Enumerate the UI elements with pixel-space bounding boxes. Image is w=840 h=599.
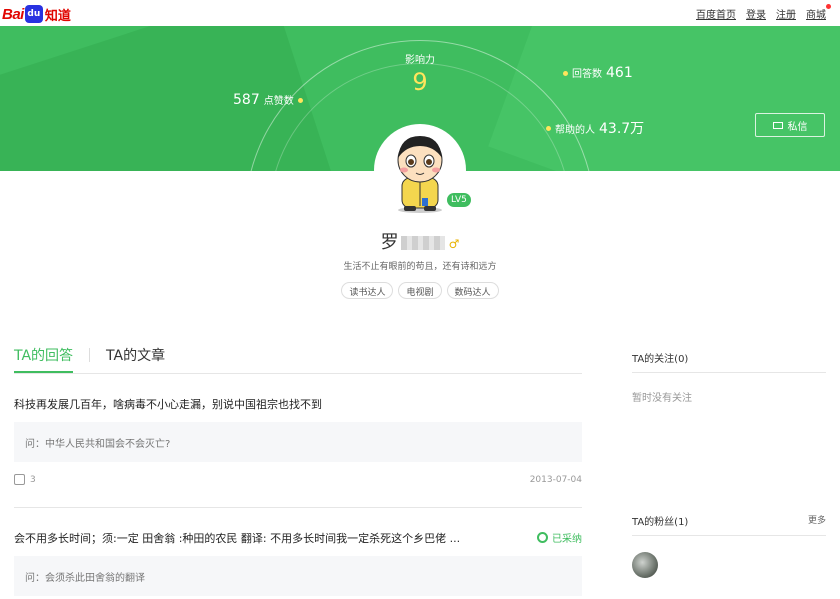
answer-item: 科技再发展几百年，啥病毒不小心走漏，别说中国祖宗也找不到 问：中华人民共和国会不… [14, 396, 582, 485]
tab-answers[interactable]: TA的回答 [14, 345, 74, 373]
user-tags: 读书达人 电视剧 数码达人 [0, 282, 840, 299]
top-bar: Bai du 知道 百度首页 登录 注册 商城 [0, 0, 840, 26]
link-mall[interactable]: 商城 [806, 4, 831, 21]
adopted-label: 已采纳 [552, 534, 582, 545]
helped-value: 43.7万 [599, 121, 645, 137]
answer-divider [14, 507, 582, 508]
male-icon: ♂ [448, 237, 460, 251]
influence-stat: 影响力 9 [380, 51, 460, 96]
answer-item: 会不用多长时间；须:一定 田舍翁 :种田的农民 翻译: 不用多长时间我一定杀死这… [14, 530, 582, 596]
bullet-icon [297, 97, 303, 103]
blurred-name [400, 236, 445, 250]
private-message-button[interactable]: 私信 [755, 113, 825, 137]
fans-header: TA的粉丝(1) 更多 [632, 513, 826, 536]
likes-stat: 587 点赞数 [233, 92, 303, 108]
following-panel: TA的关注(0) 暂时没有关注 [632, 350, 826, 404]
answers-stat: 回答数 461 [563, 65, 633, 81]
fans-title: TA的粉丝(1) [632, 517, 689, 528]
logo-bai-text: Bai [2, 5, 24, 23]
thumbs-up-icon [14, 474, 25, 485]
tab-divider [89, 348, 91, 362]
likes-label: 点赞数 [263, 96, 294, 107]
link-login[interactable]: 登录 [746, 6, 766, 21]
fan-avatar[interactable] [632, 552, 658, 578]
bullet-icon [563, 70, 568, 76]
answer-meta: 3 2013-07-04 [14, 474, 582, 485]
like-button[interactable]: 3 [14, 474, 36, 485]
link-register[interactable]: 注册 [776, 6, 796, 21]
baidu-zhidao-logo[interactable]: Bai du 知道 [2, 4, 71, 24]
answers-value: 461 [606, 65, 633, 81]
likes-value: 587 [233, 92, 260, 108]
content-tabs: TA的回答 TA的文章 [14, 345, 582, 374]
helped-stat: 帮助的人 43.7万 [546, 118, 644, 138]
user-name: 罗 ♂ [0, 228, 840, 254]
following-empty: 暂时没有关注 [632, 393, 692, 404]
answer-title[interactable]: 科技再发展几百年，啥病毒不小心走漏，别说中国祖宗也找不到 [14, 396, 582, 412]
paw-icon: du [24, 5, 43, 23]
answers-label: 回答数 [572, 69, 602, 80]
tab-articles[interactable]: TA的文章 [106, 345, 165, 373]
user-name-text: 罗 [380, 232, 399, 253]
tag-tv[interactable]: 电视剧 [398, 282, 442, 299]
link-mall-label: 商城 [806, 10, 826, 21]
notification-dot-icon [826, 4, 831, 9]
award-icon [537, 532, 548, 543]
answer-question[interactable]: 问：会须杀此田舍翁的翻译 [14, 556, 582, 596]
tag-digital[interactable]: 数码达人 [446, 282, 499, 299]
private-message-label: 私信 [787, 121, 808, 133]
fans-more-link[interactable]: 更多 [808, 513, 826, 535]
adopted-badge: 已采纳 [537, 530, 582, 545]
answer-title[interactable]: 会不用多长时间；须:一定 田舍翁 :种田的农民 翻译: 不用多长时间我一定杀死这… [14, 530, 514, 546]
like-count: 3 [30, 474, 36, 485]
answer-question[interactable]: 问：中华人民共和国会不会灭亡? [14, 422, 582, 462]
user-motto: 生活不止有眼前的苟且，还有诗和远方 [343, 262, 497, 272]
bullet-icon [546, 125, 551, 131]
level-badge: LV5 [447, 193, 471, 207]
helped-label: 帮助的人 [555, 125, 595, 136]
top-links: 百度首页 登录 注册 商城 [696, 4, 831, 21]
envelope-icon [772, 121, 783, 129]
tag-reading[interactable]: 读书达人 [341, 282, 394, 299]
influence-value: 9 [412, 68, 428, 96]
answer-date: 2013-07-04 [529, 474, 582, 485]
influence-label: 影响力 [405, 55, 435, 66]
logo-zhidao-text: 知道 [44, 8, 71, 24]
link-baidu-home[interactable]: 百度首页 [696, 6, 736, 21]
following-header: TA的关注(0) [632, 350, 826, 373]
fans-panel: TA的粉丝(1) 更多 [632, 513, 826, 578]
following-title: TA的关注(0) [632, 354, 689, 365]
